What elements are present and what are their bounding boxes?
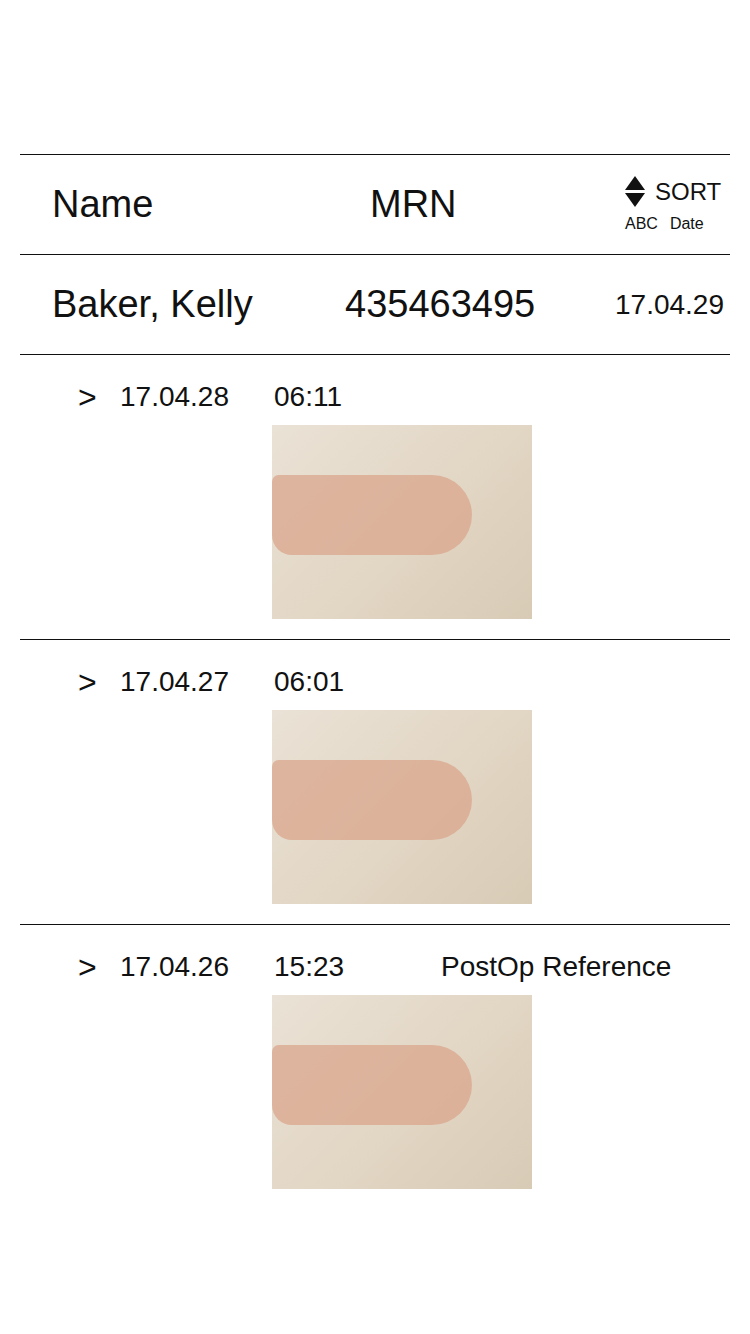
sort-up-icon[interactable] <box>625 176 645 190</box>
hand-photo[interactable] <box>272 995 532 1189</box>
sort-option[interactable]: ABC <box>625 215 658 233</box>
patient-list: NameMRNSORTABCDateBaker, Kelly4354634951… <box>20 154 730 1209</box>
sort-down-icon[interactable] <box>625 193 645 207</box>
header-row: NameMRN SORT ABC Date <box>20 155 730 255</box>
sort-label: SORT <box>655 178 721 206</box>
hand-shape <box>272 760 472 840</box>
patient-mrn: 435463495 <box>345 283 595 326</box>
expand-chevron[interactable]: > <box>78 664 120 701</box>
patient-date: 17.04.29 <box>595 289 730 321</box>
entry-time: 15:23 <box>274 951 441 983</box>
sort-control[interactable]: SORT ABC Date <box>595 176 730 233</box>
entry-date: 17.04.26 <box>120 951 274 983</box>
patient-name: Baker, Kelly <box>20 283 345 326</box>
mrn-column-label: MRN <box>345 183 595 226</box>
patient-photo-page: NameMRNSORTABCDateBaker, Kelly4354634951… <box>0 0 750 1334</box>
name-column-label: Name <box>20 183 345 226</box>
hand-shape <box>272 475 472 555</box>
photo-entry[interactable]: >17.04.2706:01 <box>20 640 730 925</box>
hand-photo[interactable] <box>272 710 532 904</box>
entry-label: PostOp Reference <box>441 951 671 983</box>
entry-time: 06:01 <box>274 666 441 698</box>
patient-row[interactable]: Baker, Kelly43546349517.04.29 <box>20 255 730 355</box>
entry-time: 06:11 <box>274 381 441 413</box>
photo-entry[interactable]: >17.04.2806:11 <box>20 355 730 640</box>
hand-shape <box>272 1045 472 1125</box>
expand-chevron[interactable]: > <box>78 949 120 986</box>
entry-date: 17.04.27 <box>120 666 274 698</box>
entry-date: 17.04.28 <box>120 381 274 413</box>
hand-photo[interactable] <box>272 425 532 619</box>
photo-entry[interactable]: >17.04.2615:23PostOp Reference <box>20 925 730 1209</box>
sort-option[interactable]: Date <box>670 215 704 233</box>
expand-chevron[interactable]: > <box>78 379 120 416</box>
